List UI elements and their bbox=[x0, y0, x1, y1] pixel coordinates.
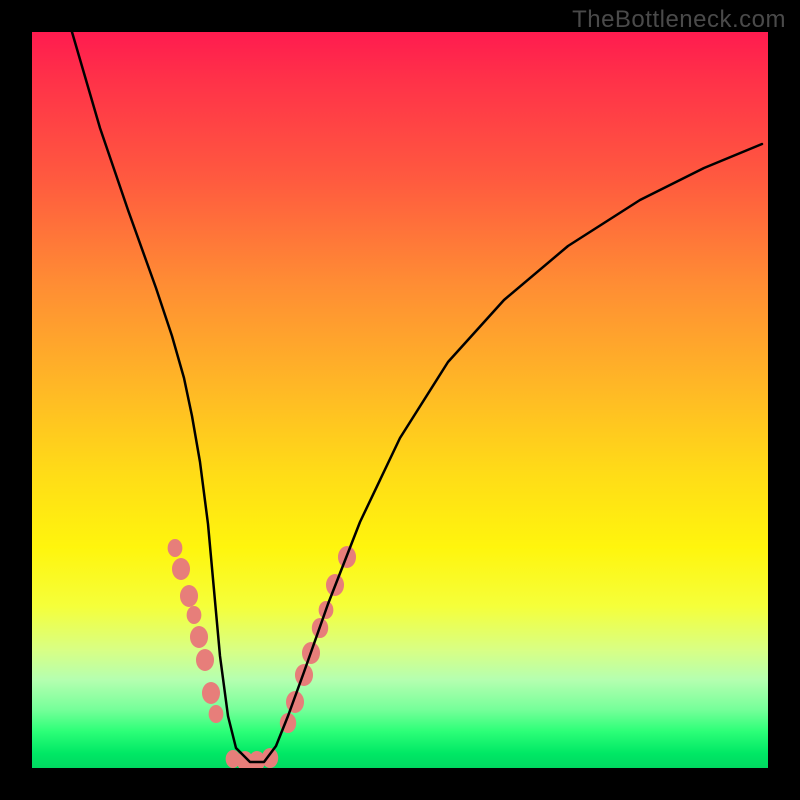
data-marker bbox=[262, 748, 278, 768]
curve-path bbox=[72, 32, 762, 762]
chart-svg bbox=[32, 32, 768, 768]
data-marker bbox=[187, 606, 202, 624]
plot-area bbox=[32, 32, 768, 768]
data-marker bbox=[209, 705, 224, 723]
watermark-text: TheBottleneck.com bbox=[572, 6, 786, 34]
data-marker bbox=[190, 626, 208, 648]
data-marker bbox=[172, 558, 190, 580]
data-marker bbox=[202, 682, 220, 704]
data-marker bbox=[180, 585, 198, 607]
chart-frame: TheBottleneck.com bbox=[0, 0, 800, 800]
data-marker bbox=[196, 649, 214, 671]
data-marker bbox=[168, 539, 183, 557]
markers-group bbox=[168, 539, 356, 768]
